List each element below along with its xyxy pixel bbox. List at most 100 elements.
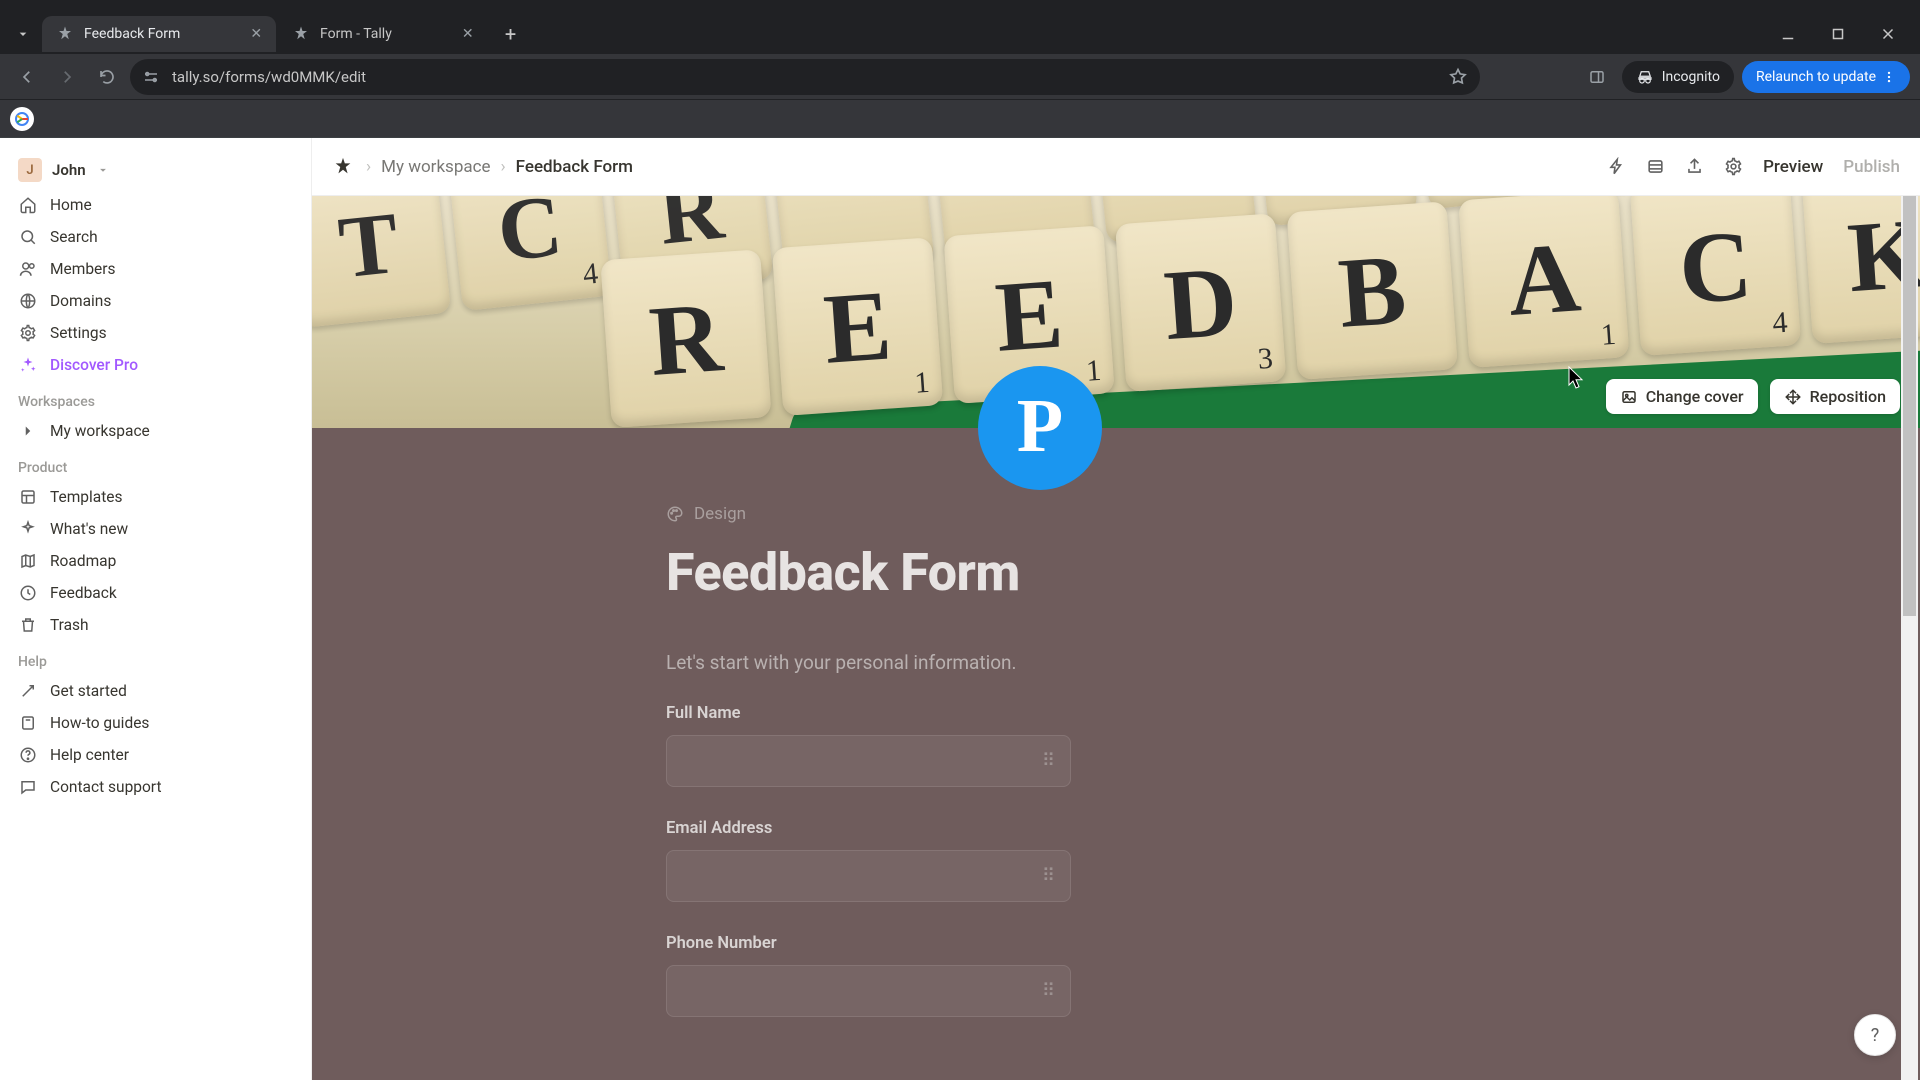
tab-search-dropdown[interactable]	[8, 19, 38, 49]
form-title[interactable]: Feedback Form	[666, 542, 1071, 603]
form-description[interactable]: Let's start with your personal informati…	[666, 651, 1071, 674]
tile-letter: E	[820, 267, 895, 386]
nav-roadmap[interactable]: Roadmap	[10, 546, 301, 576]
nav-label: Members	[50, 260, 116, 278]
browser-tab-1[interactable]: Feedback Form ✕	[42, 16, 276, 52]
chevron-right-icon[interactable]	[18, 422, 38, 440]
nav-howto-guides[interactable]: How-to guides	[10, 708, 301, 738]
tile-score: 4	[581, 257, 599, 292]
nav-label: Contact support	[50, 778, 162, 796]
bookmark-star-icon[interactable]	[1448, 67, 1468, 87]
settings-icon[interactable]	[1724, 157, 1743, 176]
nav-get-started[interactable]: Get started	[10, 676, 301, 706]
nav-domains[interactable]: Domains	[10, 286, 301, 316]
text-input[interactable]: ⠿	[666, 965, 1071, 1017]
share-icon[interactable]	[1685, 157, 1704, 176]
field-label[interactable]: Full Name	[666, 704, 1071, 723]
help-fab-button[interactable]: ?	[1854, 1014, 1896, 1056]
tile-letter: D	[1161, 243, 1241, 363]
nav-label: How-to guides	[50, 714, 149, 732]
field-label[interactable]: Phone Number	[666, 934, 1071, 953]
scrabble-tile: C4	[447, 196, 612, 311]
close-tab-icon[interactable]: ✕	[462, 26, 474, 42]
change-cover-label: Change cover	[1646, 387, 1744, 406]
palette-icon	[666, 505, 684, 523]
nav-label: Roadmap	[50, 552, 116, 570]
field-label[interactable]: Email Address	[666, 819, 1071, 838]
bolt-icon[interactable]	[1607, 157, 1626, 176]
drag-handle-icon[interactable]: ⠿	[1042, 751, 1052, 772]
site-controls-icon[interactable]	[142, 68, 160, 86]
panel-toggle-icon[interactable]	[1580, 60, 1614, 94]
tally-favicon-icon	[292, 25, 310, 43]
drag-handle-icon[interactable]: ⠿	[1042, 981, 1052, 1002]
google-bookmark-icon[interactable]	[10, 107, 34, 131]
tile-letter: R	[646, 279, 726, 399]
nav-feedback[interactable]: Feedback	[10, 578, 301, 608]
chevron-right-icon: ›	[366, 157, 371, 177]
chat-icon	[18, 778, 38, 796]
close-tab-icon[interactable]: ✕	[250, 26, 262, 42]
address-bar[interactable]: tally.so/forms/wd0MMK/edit	[130, 59, 1480, 95]
text-input[interactable]: ⠿	[666, 735, 1071, 787]
change-cover-button[interactable]: Change cover	[1606, 379, 1758, 414]
browser-tab-2[interactable]: Form - Tally ✕	[278, 16, 488, 52]
scrollbar-thumb[interactable]	[1903, 196, 1916, 616]
incognito-indicator[interactable]: Incognito	[1622, 61, 1734, 93]
back-button[interactable]	[10, 60, 44, 94]
scrabble-tile: C4	[1630, 196, 1801, 356]
tab-title: Feedback Form	[84, 26, 180, 42]
nav-templates[interactable]: Templates	[10, 482, 301, 512]
forward-button[interactable]	[50, 60, 84, 94]
nav-settings[interactable]: Settings	[10, 318, 301, 348]
nav-discover-pro[interactable]: Discover Pro	[10, 350, 301, 380]
tile-score: 1	[1085, 354, 1102, 389]
url-text: tally.so/forms/wd0MMK/edit	[172, 68, 1436, 86]
main-content: › My workspace › Feedback Form Preview P…	[312, 138, 1920, 1080]
nav-whats-new[interactable]: What's new	[10, 514, 301, 544]
nav-help-center[interactable]: Help center	[10, 740, 301, 770]
reload-button[interactable]	[90, 60, 124, 94]
nav-search[interactable]: Search	[10, 222, 301, 252]
text-input[interactable]: ⠿	[666, 850, 1071, 902]
workspace-user-switcher[interactable]: J John	[10, 152, 301, 188]
cover-image[interactable]: TC4R RE1E1D3BA1C4K4 Change cover Reposit…	[312, 196, 1920, 428]
form-body: Design Feedback Form Let's start with yo…	[312, 428, 1920, 1017]
chevron-down-icon	[96, 163, 110, 177]
responses-icon[interactable]	[1646, 157, 1665, 176]
window-close-button[interactable]	[1868, 19, 1908, 49]
nav-label: Feedback	[50, 584, 117, 602]
breadcrumb-workspace[interactable]: My workspace	[381, 157, 490, 177]
preview-button[interactable]: Preview	[1763, 157, 1823, 177]
reposition-button[interactable]: Reposition	[1770, 379, 1900, 414]
tally-logo-icon[interactable]	[332, 156, 354, 178]
tile-letter: B	[1335, 231, 1410, 350]
help-fab-label: ?	[1871, 1025, 1880, 1046]
gear-icon	[18, 324, 38, 342]
section-help-label: Help	[10, 642, 301, 674]
window-minimize-button[interactable]	[1768, 19, 1808, 49]
user-name: John	[52, 161, 86, 179]
nav-members[interactable]: Members	[10, 254, 301, 284]
tile-letter: E	[992, 255, 1067, 374]
breadcrumb-current[interactable]: Feedback Form	[516, 157, 633, 177]
tally-app: J John Home Search Members Domains	[0, 138, 1920, 1080]
nav-home[interactable]: Home	[10, 190, 301, 220]
tile-score: 1	[1600, 318, 1617, 353]
design-label: Design	[694, 504, 746, 524]
relaunch-update-button[interactable]: Relaunch to update	[1742, 61, 1910, 93]
form-logo-letter: P	[1017, 383, 1063, 470]
new-tab-button[interactable]: +	[496, 19, 526, 49]
nav-contact-support[interactable]: Contact support	[10, 772, 301, 802]
design-toggle[interactable]: Design	[666, 504, 1071, 524]
window-titlebar	[0, 0, 1920, 14]
map-icon	[18, 552, 38, 570]
drag-handle-icon[interactable]: ⠿	[1042, 866, 1052, 887]
publish-button[interactable]: Publish	[1843, 157, 1900, 177]
window-maximize-button[interactable]	[1818, 19, 1858, 49]
vertical-scrollbar[interactable]	[1901, 196, 1918, 1080]
nav-trash[interactable]: Trash	[10, 610, 301, 640]
workspace-item[interactable]: My workspace	[10, 416, 301, 446]
form-logo[interactable]: P	[978, 366, 1102, 490]
sidebar: J John Home Search Members Domains	[0, 138, 312, 1080]
